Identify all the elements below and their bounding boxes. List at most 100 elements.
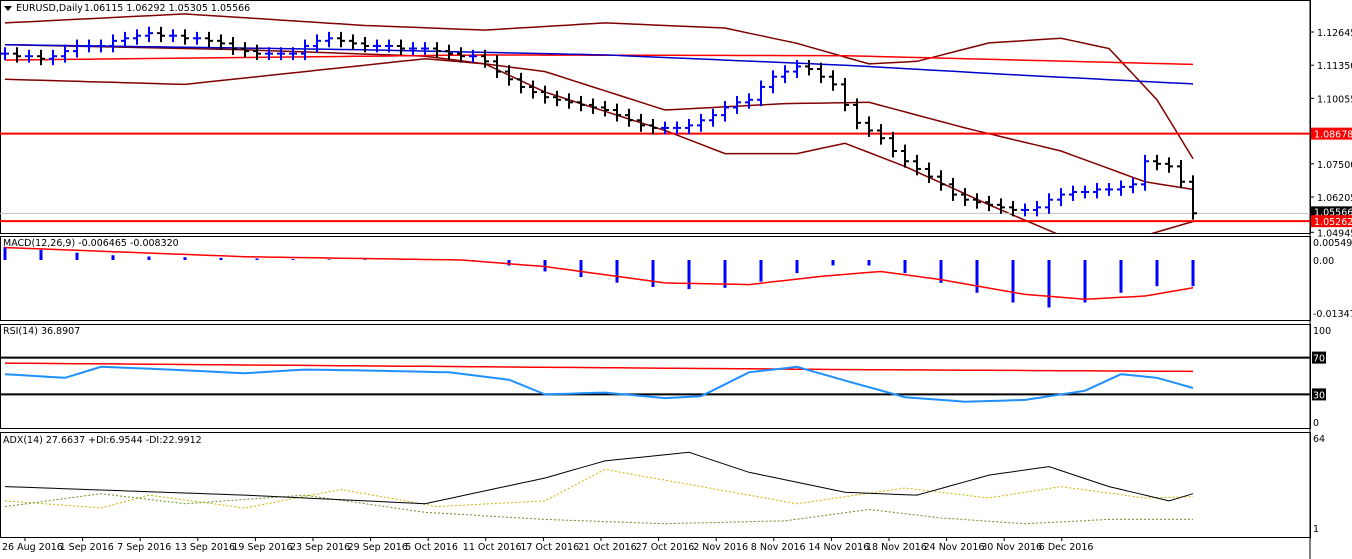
- ohlc-bar: [925, 162, 933, 184]
- rsi-panel: [0, 356, 1310, 403]
- ohlc-bar: [517, 72, 525, 94]
- date-label: 6 Dec 2016: [1039, 542, 1094, 553]
- ohlc-bar: [577, 95, 585, 112]
- ohlc-bar: [541, 85, 549, 104]
- rsi-title: RSI(14) 36.8907: [3, 326, 80, 337]
- macd-panel: [3, 246, 1195, 308]
- date-label: 26 Aug 2016: [2, 542, 63, 553]
- ohlc-bar: [1165, 157, 1173, 173]
- price-tag: 1.08678: [1314, 130, 1352, 141]
- adx-panel: [4, 451, 1194, 525]
- ohlc-bar: [1069, 185, 1077, 201]
- ohlc-bar: [349, 34, 357, 50]
- ohlc-bar: [817, 62, 825, 84]
- ohlc-bar: [85, 39, 93, 53]
- fast-ma-line: [4, 43, 1194, 85]
- ohlc-bar: [1153, 154, 1161, 171]
- ohlc-bar: [769, 70, 777, 94]
- trading-chart-window[interactable]: 1.12645 1.11350 1.10055 1.08678 1.07500 1.062…: [0, 0, 1352, 559]
- ohlc-bar: [397, 39, 405, 55]
- ohlc-bar: [901, 144, 909, 168]
- ohlc-bar: [145, 26, 153, 43]
- ohlc-bar: [1129, 177, 1137, 194]
- ohlc-bar: [205, 31, 213, 48]
- ohlc-bar: [661, 121, 669, 135]
- ohlc-bar: [1141, 154, 1149, 191]
- price-tick-label: 1.11350: [1317, 61, 1352, 72]
- ohlc-bar: [325, 31, 333, 48]
- price-plot: [0, 13, 1310, 233]
- ohlc-bar: [745, 93, 753, 109]
- date-label: 11 Oct 2016: [463, 542, 522, 553]
- ohlc-bar: [649, 118, 657, 135]
- chart-canvas[interactable]: 1.12645 1.11350 1.10055 1.08678 1.07500 1.062…: [0, 0, 1352, 559]
- ohlc-bar: [1105, 183, 1113, 196]
- ohlc-bar: [73, 39, 81, 58]
- ohlc-bar: [1177, 159, 1185, 189]
- ohlc-bar: [157, 26, 165, 43]
- date-label: 27 Oct 2016: [636, 542, 695, 553]
- ohlc-bar: [601, 101, 609, 117]
- date-label: 7 Sep 2016: [117, 542, 171, 553]
- price-panel: [0, 13, 1310, 233]
- ohlc-bar: [109, 34, 117, 53]
- ohlc-bar: [637, 113, 645, 132]
- price-tick-label: 1.06205: [1317, 193, 1352, 204]
- macd-title: MACD(12,26,9) -0.006465 -0.008320: [3, 238, 179, 249]
- macd-signal-line: [4, 246, 1194, 301]
- date-label: 1 Sep 2016: [60, 542, 114, 553]
- ohlc-bar: [133, 29, 141, 45]
- date-label: 17 Oct 2016: [520, 542, 579, 553]
- ohlc-bar: [685, 118, 693, 135]
- ohlc-bar: [97, 39, 105, 53]
- date-label: 23 Sep 2016: [290, 542, 350, 553]
- chart-ohlc-readout: 1.06115 1.06292 1.05305 1.05566: [84, 3, 250, 14]
- macd-tick-label: 0.00: [1313, 256, 1334, 267]
- ohlc-bar: [721, 101, 729, 122]
- ohlc-bar: [49, 49, 57, 66]
- date-label: 24 Nov 2016: [924, 542, 985, 553]
- ohlc-bar: [193, 31, 201, 45]
- date-label: 13 Sep 2016: [175, 542, 235, 553]
- macd-tick-label: -0.01347: [1313, 309, 1352, 320]
- macd-tick-label: 0.005498: [1313, 238, 1352, 249]
- ohlc-bar: [1093, 183, 1101, 199]
- ohlc-bar: [337, 31, 345, 48]
- ohlc-bar: [1045, 193, 1053, 214]
- price-tick-label: 1.07500: [1317, 160, 1352, 171]
- adx-tick-label: 1: [1313, 524, 1319, 535]
- adx-line: [4, 451, 1194, 505]
- chart-symbol-label: EURUSD,Daily: [16, 3, 83, 14]
- ohlc-bar: [181, 29, 189, 45]
- collapse-triangle-icon[interactable]: [4, 6, 12, 11]
- ohlc-bar: [1057, 188, 1065, 207]
- date-label: 14 Nov 2016: [808, 542, 869, 553]
- ohlc-bar: [613, 103, 621, 122]
- band-middle-line: [4, 43, 1194, 191]
- price-tick-label: 1.12645: [1317, 28, 1352, 39]
- ohlc-bar: [841, 77, 849, 112]
- ohlc-bar: [409, 42, 417, 55]
- panel-border: [0, 236, 1311, 321]
- ohlc-bar: [25, 49, 33, 63]
- ohlc-bar: [709, 108, 717, 127]
- rsi-tick-label: 100: [1313, 326, 1331, 337]
- ohlc-bar: [961, 188, 969, 207]
- rsi-level-tag: 30: [1313, 390, 1325, 401]
- ohlc-bar: [37, 49, 45, 66]
- rsi-line: [4, 365, 1194, 403]
- ohlc-bar: [1081, 185, 1089, 199]
- slow-ma-line: [4, 54, 1194, 66]
- date-label: 5 Oct 2016: [405, 542, 458, 553]
- ohlc-bar: [121, 31, 129, 48]
- adx-tick-label: 64: [1313, 434, 1325, 445]
- ohlc-bar: [889, 131, 897, 158]
- ohlc-bar: [505, 65, 513, 86]
- rsi-tick-label: 0: [1313, 418, 1319, 429]
- ohlc-bar: [937, 170, 945, 191]
- rsi-level-tag: 70: [1313, 354, 1325, 365]
- minus-di-line: [4, 468, 1194, 509]
- date-label: 29 Sep 2016: [348, 542, 408, 553]
- ohlc-bar: [1, 47, 9, 61]
- ohlc-bar: [553, 90, 561, 107]
